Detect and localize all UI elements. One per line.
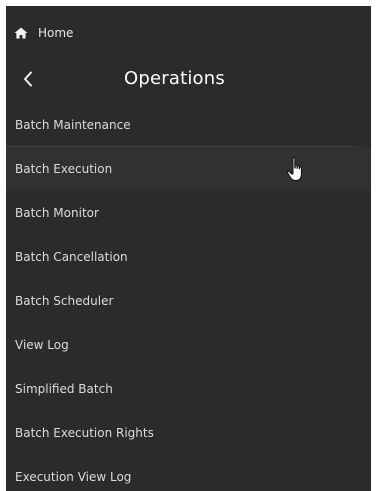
- chevron-left-icon: [23, 71, 33, 87]
- operations-menu: Batch Maintenance Batch Execution Batch …: [6, 103, 371, 491]
- page-header: Operations: [6, 64, 371, 94]
- operations-menu-panel: Home Operations Batch Maintenance Batch …: [6, 6, 371, 491]
- menu-item-simplified-batch[interactable]: Simplified Batch: [6, 367, 371, 411]
- menu-item-execution-view-log[interactable]: Execution View Log: [6, 455, 371, 491]
- menu-item-batch-execution-rights[interactable]: Batch Execution Rights: [6, 411, 371, 455]
- page-title: Operations: [124, 68, 225, 89]
- menu-item-batch-execution[interactable]: Batch Execution: [6, 147, 371, 191]
- home-label: Home: [38, 26, 74, 40]
- home-icon: [14, 27, 28, 39]
- menu-item-view-log[interactable]: View Log: [6, 323, 371, 367]
- menu-item-batch-monitor[interactable]: Batch Monitor: [6, 191, 371, 235]
- window-frame: Home Operations Batch Maintenance Batch …: [0, 0, 383, 491]
- menu-item-batch-cancellation[interactable]: Batch Cancellation: [6, 235, 371, 279]
- back-button[interactable]: [16, 66, 40, 92]
- hand-pointer-icon: [286, 156, 308, 184]
- menu-item-batch-scheduler[interactable]: Batch Scheduler: [6, 279, 371, 323]
- menu-item-batch-maintenance[interactable]: Batch Maintenance: [6, 103, 359, 147]
- home-link[interactable]: Home: [14, 22, 73, 44]
